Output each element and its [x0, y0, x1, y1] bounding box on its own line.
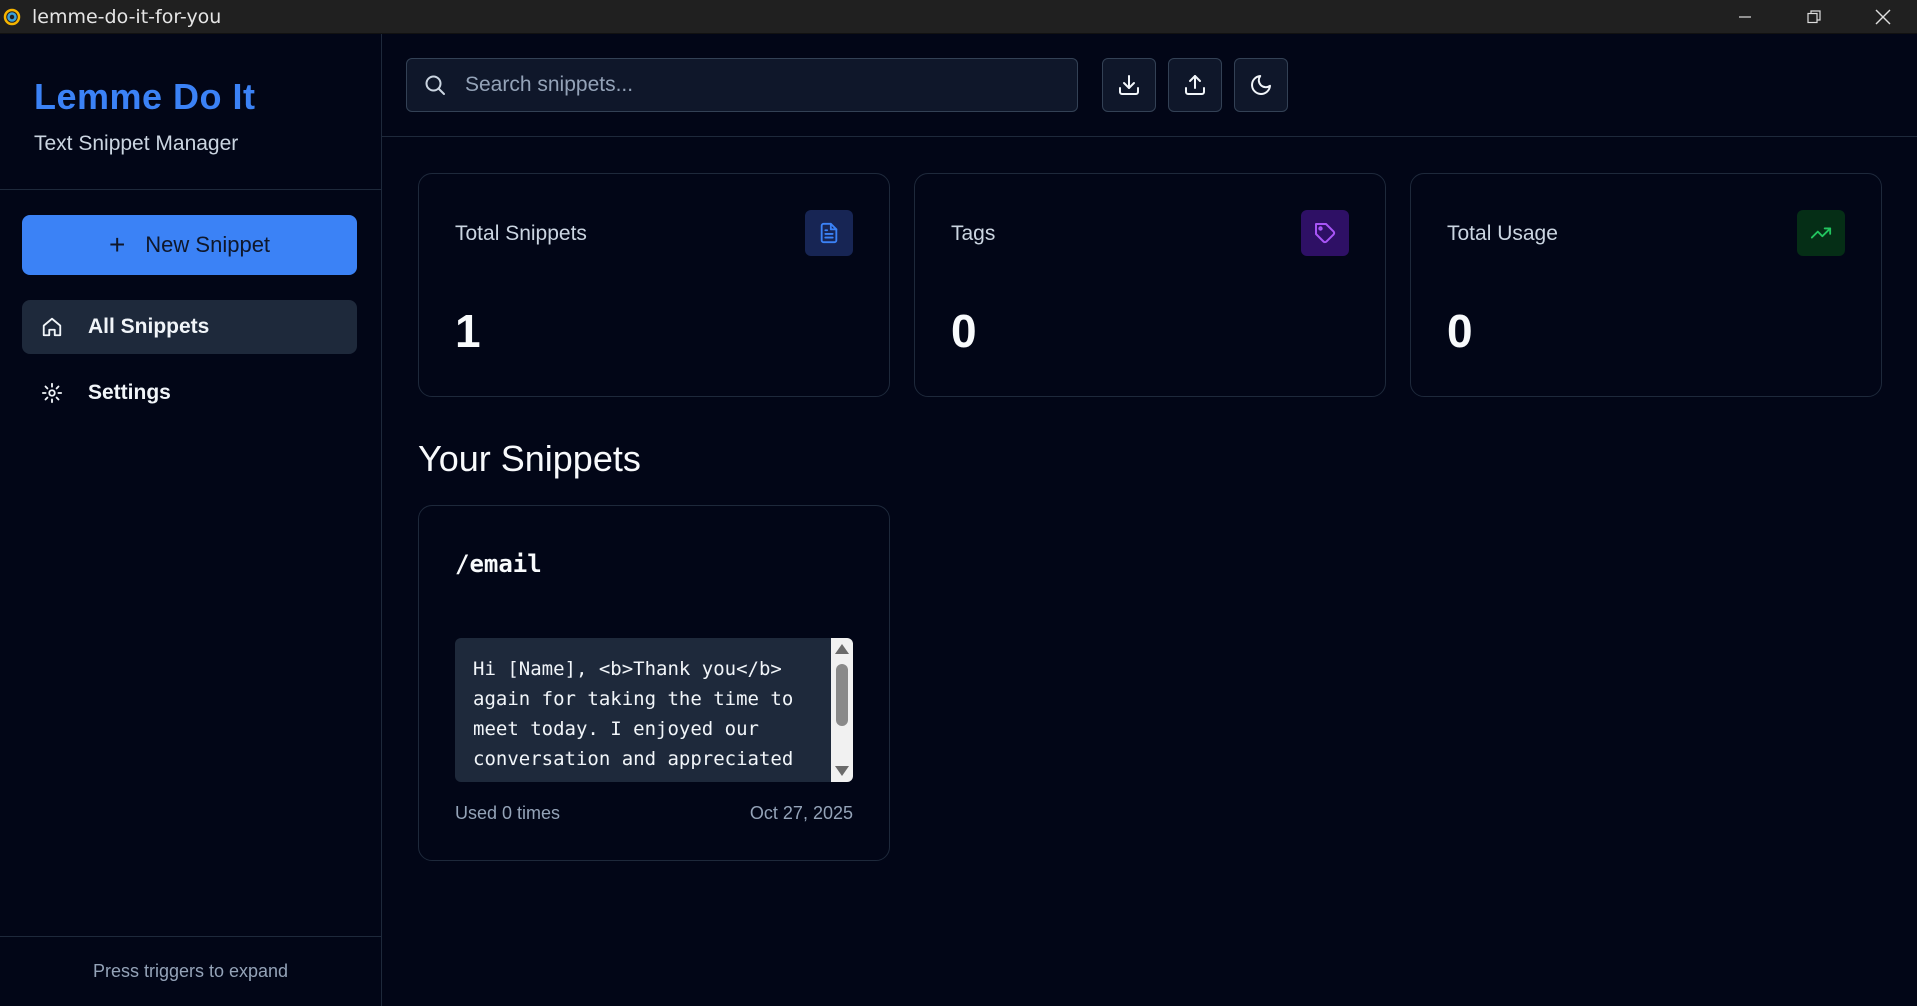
- snippet-scrollbar[interactable]: [831, 638, 853, 782]
- brand-title: Lemme Do It: [34, 76, 256, 117]
- plus-icon: +: [108, 229, 126, 260]
- snippet-card[interactable]: /email Hi [Name], <b>Thank you</b> again…: [418, 505, 890, 861]
- window-controls: [1710, 0, 1917, 34]
- top-toolbar: [382, 34, 1917, 137]
- stat-value: 1: [455, 305, 481, 357]
- stat-label: Total Snippets: [455, 222, 587, 245]
- search-icon: [425, 75, 445, 95]
- sidebar-item-all-snippets[interactable]: All Snippets: [22, 300, 357, 354]
- app-logo-icon: [2, 7, 22, 27]
- sidebar-item-label: Settings: [88, 381, 171, 404]
- window-title: lemme-do-it-for-you: [32, 5, 222, 28]
- document-icon: [805, 210, 853, 256]
- snippet-usage: Used 0 times: [455, 803, 561, 823]
- minimize-icon: [1738, 16, 1751, 18]
- close-button[interactable]: [1848, 0, 1917, 34]
- sidebar-footer: Press triggers to expand: [0, 936, 381, 1006]
- trending-up-icon: [1797, 210, 1845, 256]
- section-title: Your Snippets: [418, 438, 641, 479]
- close-icon: [1875, 9, 1890, 25]
- brand-subtitle: Text Snippet Manager: [34, 132, 239, 155]
- gear-icon: [40, 381, 64, 405]
- stat-value: 0: [1447, 305, 1473, 357]
- download-icon: [1119, 75, 1139, 95]
- search-box[interactable]: [406, 58, 1078, 112]
- export-button[interactable]: [1102, 58, 1156, 112]
- scroll-down-arrow[interactable]: [835, 766, 849, 776]
- main-content: Total Snippets 1 Tags 0 Total Usage 0 Yo…: [382, 34, 1917, 1006]
- brand: Lemme Do It Text Snippet Manager: [0, 34, 381, 190]
- import-button[interactable]: [1168, 58, 1222, 112]
- stat-card-total-snippets: Total Snippets 1: [418, 173, 890, 397]
- stat-card-total-usage: Total Usage 0: [1410, 173, 1882, 397]
- theme-toggle-button[interactable]: [1234, 58, 1288, 112]
- sidebar-item-label: All Snippets: [88, 315, 210, 338]
- scroll-thumb[interactable]: [836, 664, 848, 726]
- restore-icon: [1806, 10, 1821, 24]
- new-snippet-label: New Snippet: [145, 232, 271, 257]
- stat-card-tags: Tags 0: [914, 173, 1386, 397]
- search-input[interactable]: [465, 73, 1065, 97]
- window-titlebar: lemme-do-it-for-you: [0, 0, 1917, 34]
- snippet-date: Oct 27, 2025: [749, 803, 853, 823]
- snippet-content: Hi [Name], <b>Thank you</b> again for ta…: [473, 658, 794, 770]
- upload-icon: [1185, 75, 1205, 95]
- stat-label: Total Usage: [1447, 222, 1558, 245]
- sidebar-item-settings[interactable]: Settings: [22, 366, 357, 420]
- snippet-trigger: /email: [455, 550, 542, 578]
- stat-label: Tags: [951, 222, 996, 245]
- moon-icon: [1251, 75, 1271, 95]
- new-snippet-button[interactable]: + New Snippet: [22, 215, 357, 275]
- home-icon: [40, 315, 64, 339]
- scroll-up-arrow[interactable]: [835, 644, 849, 654]
- sidebar: Lemme Do It Text Snippet Manager + New S…: [0, 34, 382, 1006]
- stat-value: 0: [951, 305, 977, 357]
- restore-button[interactable]: [1779, 0, 1848, 34]
- tag-icon: [1301, 210, 1349, 256]
- snippet-preview: Hi [Name], <b>Thank you</b> again for ta…: [455, 638, 853, 782]
- minimize-button[interactable]: [1710, 0, 1779, 34]
